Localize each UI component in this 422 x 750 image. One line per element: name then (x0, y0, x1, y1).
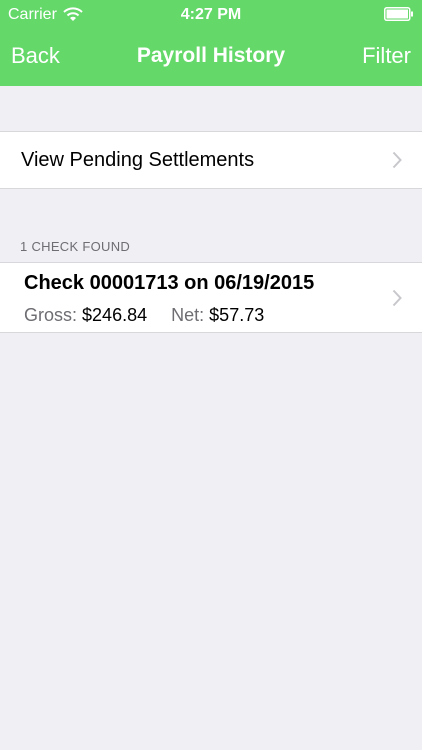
chevron-right-icon (392, 151, 402, 169)
check-row[interactable]: Check 00001713 on 06/19/2015 Gross: $246… (0, 262, 422, 333)
battery-icon (384, 7, 413, 21)
check-amounts: Gross: $246.84 Net: $57.73 (24, 305, 264, 326)
check-title: Check 00001713 on 06/19/2015 (24, 272, 315, 294)
status-time: 4:27 PM (180, 6, 242, 23)
gross-label: Gross: (24, 305, 78, 325)
checks-found-header: 1 CHECK FOUND (20, 239, 131, 254)
status-bar: Carrier 4:27 PM (0, 0, 422, 30)
gross-value: $246.84 (82, 305, 148, 325)
pending-settlements-label: View Pending Settlements (21, 149, 255, 171)
net-value: $57.73 (209, 305, 265, 325)
filter-button[interactable]: Filter (362, 43, 411, 69)
chevron-right-icon (392, 289, 402, 307)
net-label: Net: (171, 305, 205, 325)
page-title: Payroll History (136, 44, 286, 67)
view-pending-settlements-row[interactable]: View Pending Settlements (0, 131, 422, 189)
app-header: Carrier 4:27 PM Back Payroll History Fil… (0, 0, 422, 86)
navigation-bar: Back Payroll History Filter (0, 30, 422, 86)
